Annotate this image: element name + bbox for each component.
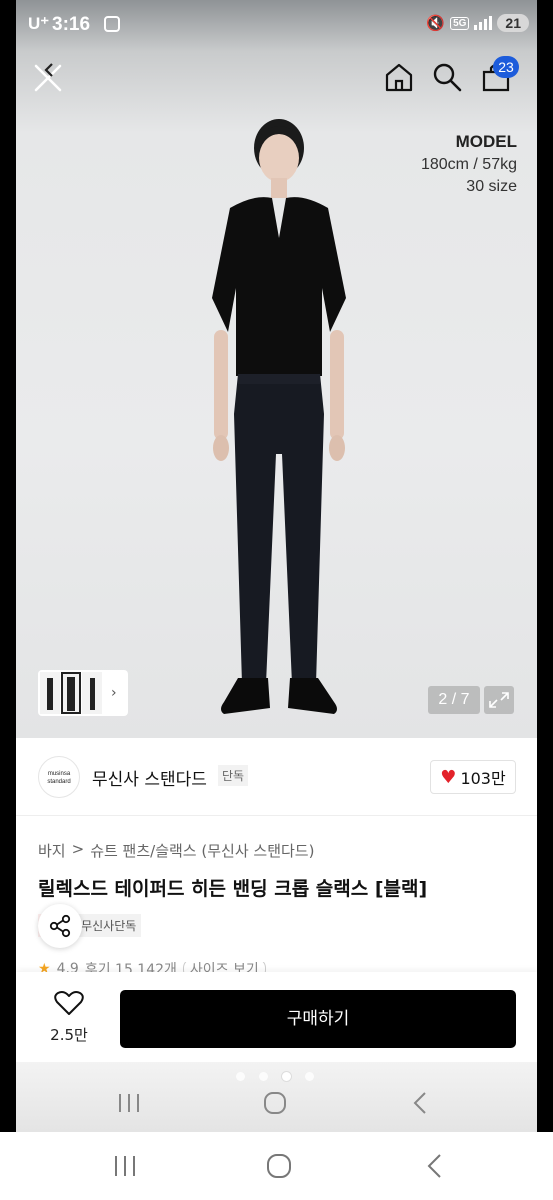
page-dot	[305, 1072, 314, 1081]
heart-filled-icon: ♥	[440, 766, 457, 788]
image-page-indicator: 2 / 7	[428, 686, 480, 714]
recent-apps-icon[interactable]	[112, 1088, 146, 1118]
page-dots	[236, 1072, 314, 1081]
brand-logo[interactable]: musinsa standard	[38, 756, 80, 798]
close-icon[interactable]	[30, 60, 66, 96]
breadcrumb-separator: >	[71, 840, 85, 858]
page-dot-active	[282, 1072, 291, 1081]
brand-logo-line2: standard	[47, 779, 71, 785]
home-icon[interactable]	[382, 60, 416, 94]
home-button-icon[interactable]	[262, 1150, 296, 1182]
device-navigation-bar	[0, 1132, 553, 1200]
product-title: 릴렉스드 테이퍼드 히든 밴딩 크롭 슬랙스 [블랙]	[38, 878, 428, 900]
purchase-bar: 2.5만 구매하기	[16, 972, 537, 1062]
breadcrumb-item-category[interactable]: 바지	[38, 840, 66, 861]
brand-row: musinsa standard 무신사 스탠다드 단독 ♥ 103만	[16, 738, 537, 816]
wishlist-button[interactable]: 2.5만	[44, 990, 94, 1045]
home-button-icon[interactable]	[258, 1088, 292, 1118]
carrier-label: U⁺	[28, 14, 50, 33]
page-dot	[259, 1072, 268, 1081]
search-icon[interactable]	[430, 60, 464, 94]
model-photo	[194, 118, 364, 728]
app-screen: MODEL 180cm / 57kg 30 size › 2 / 7 U⁺ 3:…	[16, 0, 537, 1132]
status-bar: U⁺ 3:16 🔇 5G 21	[16, 0, 537, 50]
clock: 3:16	[52, 14, 91, 35]
recent-apps-icon[interactable]	[108, 1150, 142, 1182]
model-info-title: MODEL	[455, 132, 517, 151]
product-image[interactable]: MODEL 180cm / 57kg 30 size › 2 / 7	[16, 0, 537, 738]
thumbnail-strip[interactable]: ›	[38, 670, 128, 716]
mute-icon: 🔇	[426, 15, 446, 32]
battery-level: 21	[497, 14, 529, 32]
brand-logo-line1: musinsa	[47, 771, 71, 777]
expand-icon[interactable]	[484, 686, 514, 714]
left-screen-border	[0, 0, 16, 1132]
exclusive-tag: 무신사단독	[76, 914, 142, 937]
signal-icon	[474, 16, 493, 30]
model-height-weight: 180cm / 57kg	[420, 156, 517, 173]
model-size: 30 size	[466, 178, 517, 195]
back-icon[interactable]	[404, 1088, 438, 1118]
network-type: 5G	[450, 16, 470, 30]
breadcrumb: 바지 > 슈트 팬츠/슬랙스 (무신사 스탠다드)	[38, 840, 314, 861]
page-dot	[236, 1072, 245, 1081]
thumbnail-3[interactable]	[82, 672, 102, 714]
brand-like-count: 103만	[460, 769, 506, 788]
screen-record-icon	[104, 16, 120, 32]
model-info: MODEL 180cm / 57kg 30 size	[421, 132, 517, 196]
exclusive-badge: 단독	[218, 765, 249, 786]
wishlist-count: 2.5만	[50, 1026, 88, 1044]
brand-like-button[interactable]: ♥ 103만	[430, 760, 516, 794]
share-icon[interactable]	[38, 904, 82, 948]
buy-button[interactable]: 구매하기	[120, 990, 516, 1048]
top-navigation: 23	[16, 56, 537, 100]
cart-count-badge: 23	[493, 56, 519, 78]
chevron-right-icon: ›	[111, 685, 117, 701]
system-navigation-bar	[16, 1062, 537, 1132]
thumbnail-2[interactable]	[61, 672, 81, 714]
right-screen-border	[537, 0, 553, 1132]
heart-outline-icon	[54, 991, 84, 1015]
back-icon[interactable]	[418, 1150, 452, 1182]
thumbnail-1[interactable]	[40, 672, 60, 714]
brand-name-link[interactable]: 무신사 스탠다드	[92, 765, 207, 790]
breadcrumb-item-subcategory[interactable]: 슈트 팬츠/슬랙스 (무신사 스탠다드)	[90, 840, 314, 861]
